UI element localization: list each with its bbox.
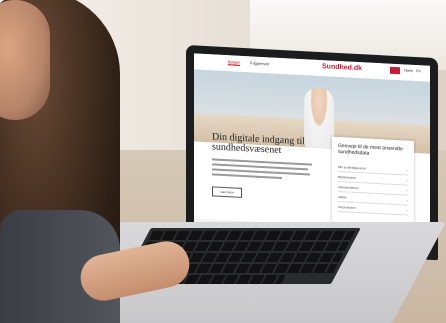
intro-text — [212, 158, 312, 183]
login-button[interactable] — [390, 66, 400, 75]
shortcuts-panel: Genveje til de mest anvendte sundhedsdat… — [332, 136, 414, 227]
tab-borger[interactable]: Borger — [228, 59, 241, 66]
chevron-right-icon: › — [406, 187, 408, 193]
chevron-right-icon: › — [406, 177, 408, 183]
site-logo[interactable]: Sundhed.dk — [322, 63, 362, 72]
panel-title: Genveje til de mest anvendte sundhedsdat… — [338, 142, 403, 157]
chevron-right-icon: › — [406, 167, 408, 173]
chevron-right-icon: › — [406, 207, 408, 213]
chevron-right-icon: › — [406, 197, 408, 203]
read-more-button[interactable]: Læs mere — [212, 186, 242, 198]
tab-fagperson[interactable]: Fagperson — [250, 60, 269, 66]
nav-link[interactable]: EN — [416, 69, 421, 73]
person-face — [0, 0, 50, 120]
nav-link[interactable]: Hjælp — [404, 68, 413, 72]
photo-scene: Borger Fagperson Sundhed.dk Hjælp EN Din… — [0, 0, 446, 323]
